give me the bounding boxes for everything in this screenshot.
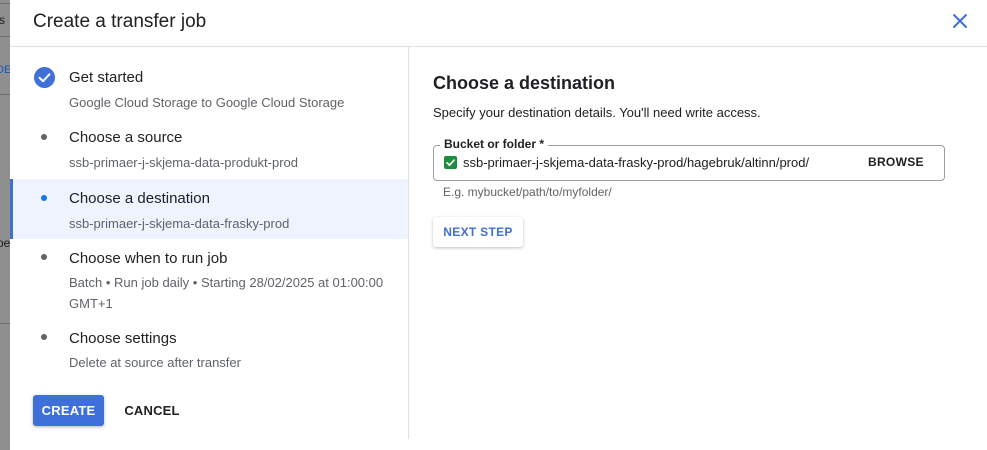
close-button[interactable]: [948, 9, 972, 33]
background-divider: [0, 94, 10, 95]
background-page: s DE oe: [0, 0, 10, 450]
step-choose-schedule[interactable]: Choose when to run job Batch • Run job d…: [10, 243, 408, 319]
bucket-folder-field[interactable]: Bucket or folder * ssb-primaer-j-skjema-…: [433, 137, 945, 181]
step-choose-settings[interactable]: Choose settings Delete at source after t…: [10, 323, 408, 379]
step-title: Choose when to run job: [69, 250, 228, 267]
background-divider: [0, 36, 10, 37]
step-title: Choose settings: [69, 330, 177, 347]
stepper-panel: Get started Google Cloud Storage to Goog…: [10, 47, 409, 439]
step-title: Choose a destination: [69, 190, 210, 207]
step-dot-icon: [41, 195, 47, 201]
step-choose-source[interactable]: Choose a source ssb-primaer-j-skjema-dat…: [10, 119, 408, 175]
step-dot-icon: [41, 134, 47, 140]
step-subtitle: ssb-primaer-j-skjema-data-frasky-prod: [69, 216, 290, 231]
step-get-started[interactable]: Get started Google Cloud Storage to Goog…: [10, 59, 408, 115]
browse-button[interactable]: BROWSE: [868, 155, 924, 169]
section-description: Specify your destination details. You'll…: [433, 105, 761, 120]
bucket-folder-input[interactable]: ssb-primaer-j-skjema-data-frasky-prod/ha…: [463, 155, 809, 170]
step-subtitle: ssb-primaer-j-skjema-data-produkt-prod: [69, 155, 299, 170]
valid-check-icon: [444, 156, 457, 169]
background-text: s: [0, 13, 5, 27]
background-divider: [0, 3, 10, 4]
step-title: Get started: [69, 69, 144, 86]
step-subtitle: GMT+1: [69, 296, 113, 311]
close-icon: [953, 14, 967, 28]
field-label: Bucket or folder *: [440, 137, 549, 151]
background-text: oe: [0, 236, 10, 250]
background-divider: [0, 323, 10, 324]
step-subtitle: Batch • Run job daily • Starting 28/02/2…: [69, 275, 384, 290]
step-title: Choose a source: [69, 129, 183, 146]
next-step-button[interactable]: NEXT STEP: [433, 217, 523, 247]
check-circle-icon: [34, 67, 55, 88]
background-text: DE: [0, 64, 10, 76]
field-hint: E.g. mybucket/path/to/myfolder/: [443, 185, 612, 199]
destination-panel: Choose a destination Specify your destin…: [409, 47, 987, 439]
dialog-header: Create a transfer job: [10, 0, 987, 47]
section-heading: Choose a destination: [433, 73, 616, 93]
step-subtitle: Google Cloud Storage to Google Cloud Sto…: [69, 95, 345, 110]
step-dot-icon: [41, 334, 47, 340]
cancel-button[interactable]: CANCEL: [120, 395, 184, 426]
step-choose-destination[interactable]: Choose a destination ssb-primaer-j-skjem…: [10, 179, 408, 239]
create-transfer-job-dialog: Create a transfer job Get started Google…: [10, 0, 987, 450]
dialog-title: Create a transfer job: [33, 11, 207, 32]
step-dot-icon: [41, 254, 47, 260]
step-subtitle: Delete at source after transfer: [69, 355, 241, 370]
create-button[interactable]: CREATE: [33, 395, 104, 426]
